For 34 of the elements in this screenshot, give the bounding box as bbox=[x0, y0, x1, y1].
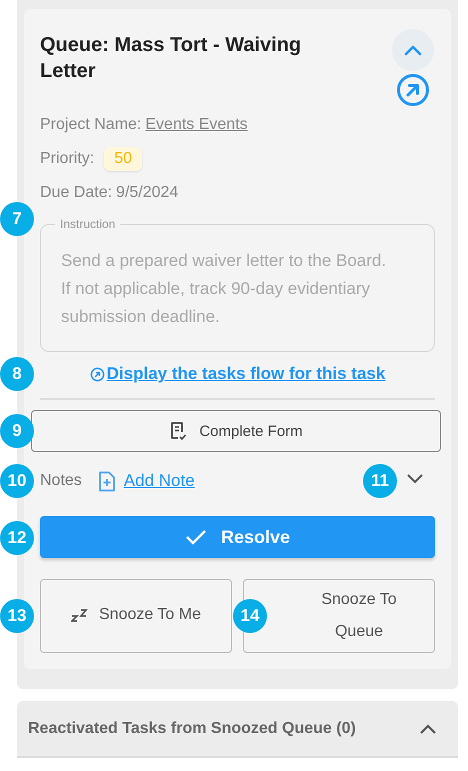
callout-marker: 11 bbox=[363, 464, 397, 498]
check-icon bbox=[184, 529, 207, 545]
resolve-button[interactable]: Resolve bbox=[40, 516, 435, 558]
snooze-icon bbox=[71, 608, 89, 622]
callout-marker: 9 bbox=[0, 414, 34, 448]
due-date-label: Due Date: bbox=[40, 184, 112, 202]
callout-marker: 10 bbox=[0, 464, 34, 498]
project-label: Project Name: bbox=[40, 116, 142, 134]
priority-badge: 50 bbox=[104, 147, 142, 171]
complete-form-button[interactable]: Complete Form bbox=[31, 410, 441, 452]
collapse-button[interactable] bbox=[392, 29, 434, 71]
instruction-legend: Instruction bbox=[55, 217, 120, 231]
callout-marker: 13 bbox=[0, 599, 34, 633]
task-flow-link[interactable]: Display the tasks flow for this task bbox=[106, 364, 386, 384]
arrow-circle-icon[interactable] bbox=[396, 73, 430, 107]
callout-marker: 12 bbox=[0, 521, 34, 555]
chevron-icon bbox=[403, 43, 423, 57]
due-date: 9/5/2024 bbox=[116, 184, 178, 202]
add-file-icon bbox=[98, 470, 116, 492]
section-title: Reactivated Tasks from Snoozed Queue (0) bbox=[28, 720, 356, 738]
callout-marker: 7 bbox=[0, 202, 34, 236]
arrow-circle-icon bbox=[90, 366, 105, 382]
project-link[interactable]: Events Events bbox=[145, 116, 248, 134]
instruction-text: Send a prepared waiver letter to the Board. If not applicable, track 90-day evidentiary submission deadline. bbox=[61, 250, 388, 328]
task-title: Queue: Mass Tort - Waiving Letter bbox=[40, 33, 302, 84]
callout-marker: 8 bbox=[0, 357, 34, 391]
chevron-icon[interactable] bbox=[418, 722, 438, 736]
snooze-button[interactable]: Snooze To Me bbox=[40, 579, 232, 653]
priority-label: Priority: bbox=[40, 150, 94, 168]
callout-marker: 14 bbox=[233, 599, 267, 633]
reactivated-section-header[interactable]: Reactivated Tasks from Snoozed Queue (0) bbox=[17, 701, 458, 758]
notes-label: Notes bbox=[40, 472, 82, 490]
add-note-link[interactable]: Add Note bbox=[124, 471, 195, 491]
form-check-icon bbox=[169, 421, 188, 441]
